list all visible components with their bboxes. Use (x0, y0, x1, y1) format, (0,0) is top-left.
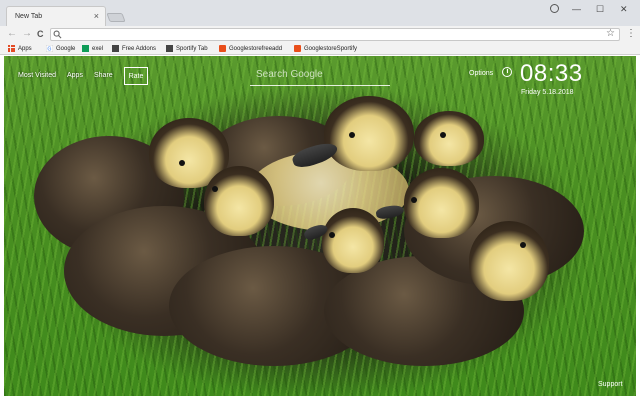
bookmark-googlestorefreeadd[interactable]: Googlestorefreeadd (219, 44, 282, 53)
sheets-icon (82, 45, 89, 52)
rate-button[interactable]: Rate (124, 67, 148, 85)
bookmark-googlestoresportify[interactable]: GooglestoreSportify (294, 44, 357, 53)
bookmark-label: GooglestoreSportify (304, 45, 358, 52)
bookmarks-bar: Apps G Google exel Free Addons Sportify … (0, 42, 640, 55)
close-icon[interactable]: ✕ (620, 4, 628, 14)
bookmark-label: Apps (18, 45, 32, 52)
reload-icon[interactable]: C (37, 27, 44, 41)
duckling-eye (349, 132, 355, 138)
forward-icon[interactable]: → (22, 27, 32, 41)
share-link[interactable]: Share (94, 72, 113, 79)
google-icon: G (46, 45, 53, 52)
bookmark-free-addons[interactable]: Free Addons (112, 44, 156, 53)
bookmark-star-icon[interactable]: ☆ (606, 28, 615, 39)
maximize-icon[interactable]: ☐ (596, 4, 604, 14)
clock-date: Friday 5.18.2018 (521, 89, 574, 96)
bookmark-google[interactable]: G Google (46, 44, 75, 53)
store-icon (294, 45, 301, 52)
duckling-head (414, 111, 484, 166)
duckling-eye (440, 132, 446, 138)
address-bar[interactable] (50, 28, 620, 41)
search-icon (53, 30, 62, 39)
duckling-eye (520, 242, 526, 248)
bookmark-exel[interactable]: exel (82, 44, 103, 53)
bookmark-label: exel (92, 45, 104, 52)
duckling-eye (179, 160, 185, 166)
clock-icon[interactable] (502, 67, 512, 77)
most-visited-link[interactable]: Most Visited (18, 72, 56, 79)
browser-toolbar: ← → C (0, 26, 640, 42)
search-input[interactable] (250, 64, 390, 85)
bookmark-label: Googlestorefreeadd (229, 45, 283, 52)
duckling-eye (411, 197, 417, 203)
wallpaper (4, 56, 636, 396)
support-link[interactable]: Support (598, 381, 623, 388)
apps-icon (8, 45, 15, 52)
store-icon (219, 45, 226, 52)
duckling-head (404, 168, 479, 238)
clock-time: 08:33 (520, 60, 583, 87)
bookmark-sportify-tab[interactable]: Sportify Tab (166, 44, 208, 53)
bookmark-label: Google (56, 45, 76, 52)
options-link[interactable]: Options (469, 70, 493, 77)
tab-title: New Tab (15, 13, 43, 20)
tab-new-tab[interactable]: New Tab × (6, 6, 106, 26)
page-icon (166, 45, 173, 52)
new-tab-button[interactable] (106, 13, 126, 22)
back-icon[interactable]: ← (7, 27, 17, 41)
page-icon (112, 45, 119, 52)
duckling-eye (212, 186, 218, 192)
title-bar: New Tab × — ☐ ✕ (0, 0, 640, 26)
tab-close-icon[interactable]: × (94, 12, 99, 21)
apps-link[interactable]: Apps (67, 72, 83, 79)
duckling-head (469, 221, 549, 301)
bookmark-label: Sportify Tab (176, 45, 208, 52)
svg-text:G: G (47, 47, 51, 52)
bookmark-apps[interactable]: Apps (8, 44, 32, 53)
search-box (250, 64, 390, 86)
duckling-head (324, 96, 414, 171)
bookmark-label: Free Addons (122, 45, 157, 52)
menu-icon[interactable]: ⋮ (626, 28, 636, 39)
duckling-head (322, 208, 384, 273)
duckling-head (204, 166, 274, 236)
profile-icon[interactable] (550, 4, 559, 13)
duckling-eye (329, 232, 335, 238)
minimize-icon[interactable]: — (572, 4, 581, 14)
